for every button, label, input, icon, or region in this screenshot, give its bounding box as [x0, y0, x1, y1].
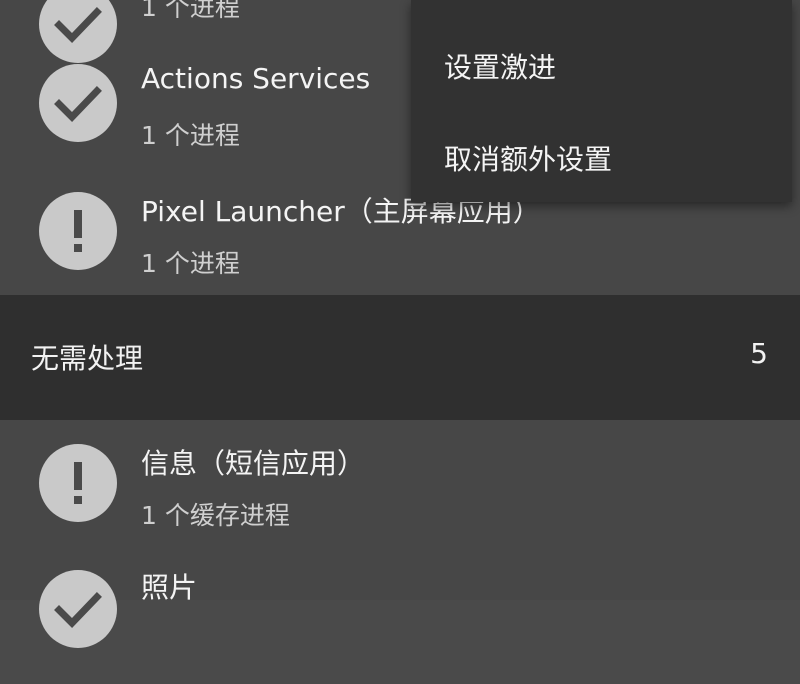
section-title: 无需处理	[31, 342, 144, 375]
list-item-messages[interactable]: 信息（短信应用） 1 个缓存进程	[0, 430, 800, 558]
exclamation-icon	[74, 462, 82, 504]
list-item-subtitle: 1 个进程	[141, 0, 240, 22]
section-count: 5	[750, 337, 768, 370]
status-icon	[39, 570, 117, 648]
exclamation-icon	[74, 210, 82, 252]
list-item-subtitle: 1 个进程	[141, 249, 240, 278]
check-icon	[54, 86, 102, 122]
list-item-subtitle: 1 个缓存进程	[141, 501, 290, 530]
list-item-title: 信息（短信应用）	[141, 447, 366, 480]
popup-menu: 设置激进 取消额外设置	[411, 0, 792, 202]
check-icon	[54, 592, 102, 628]
list-item-photos[interactable]: 照片	[0, 556, 800, 684]
status-icon	[39, 192, 117, 270]
menu-item-set-aggressive[interactable]: 设置激进	[444, 46, 556, 86]
status-icon	[39, 444, 117, 522]
list-item-title: 照片	[141, 571, 198, 604]
list-item-title: Actions Services	[141, 62, 371, 95]
status-icon	[39, 64, 117, 142]
section-header-no-action: 无需处理 5	[0, 295, 800, 420]
list-item-subtitle: 1 个进程	[141, 121, 240, 150]
menu-item-cancel-extra-settings[interactable]: 取消额外设置	[444, 138, 612, 178]
